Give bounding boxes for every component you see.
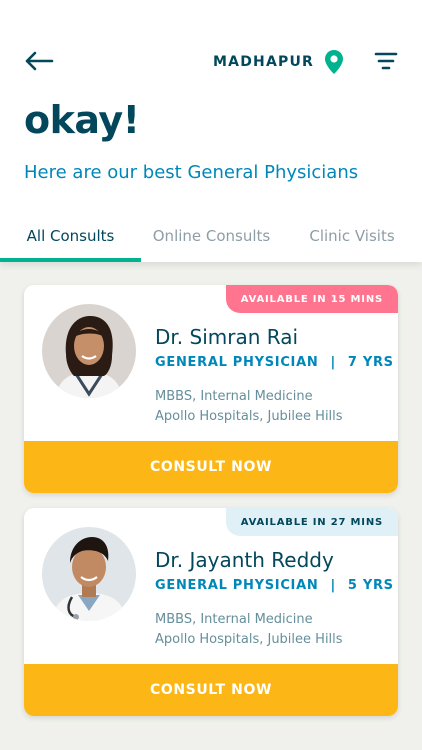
specialty-label: GENERAL PHYSICIAN — [155, 578, 319, 593]
doctor-details: MBBS, Internal Medicine Apollo Hospitals… — [155, 387, 343, 427]
experience-label: 5 YRS — [347, 578, 394, 593]
doctor-avatar — [42, 527, 136, 621]
hospital-text: Apollo Hospitals, Jubilee Hills — [155, 632, 343, 647]
consult-now-button[interactable]: CONSULT NOW — [24, 441, 398, 493]
availability-badge: AVAILABLE IN 15 MINS — [225, 285, 398, 313]
location-selector[interactable]: MADHAPUR — [213, 48, 344, 76]
experience-label: 7 YRS — [347, 355, 394, 370]
tab-clinic-visits[interactable]: Clinic Visits — [282, 210, 422, 262]
page-subtitle: Here are our best General Physicians — [24, 162, 359, 183]
separator: | — [330, 355, 336, 370]
doctor-specialty: GENERAL PHYSICIAN | 7 YRS — [155, 355, 394, 370]
page-header: MADHAPUR okay! Here are our best General… — [0, 0, 422, 210]
page-title: okay! — [24, 98, 140, 142]
back-arrow-icon — [25, 51, 54, 71]
location-label: MADHAPUR — [213, 54, 314, 70]
qualification-text: MBBS, Internal Medicine — [155, 612, 313, 627]
filter-icon — [374, 52, 398, 70]
doctor-avatar — [42, 304, 136, 398]
availability-badge: AVAILABLE IN 27 MINS — [225, 508, 398, 536]
filter-button[interactable] — [374, 50, 398, 72]
tab-all-consults[interactable]: All Consults — [0, 210, 141, 262]
doctor-list: AVAILABLE IN 15 MINS Dr. Simran Rai GENE… — [0, 262, 422, 750]
doctor-card[interactable]: AVAILABLE IN 27 MINS Dr. Jayanth Reddy G… — [24, 508, 398, 716]
back-button[interactable] — [22, 48, 56, 74]
doctor-card[interactable]: AVAILABLE IN 15 MINS Dr. Simran Rai GENE… — [24, 285, 398, 493]
specialty-label: GENERAL PHYSICIAN — [155, 355, 319, 370]
hospital-text: Apollo Hospitals, Jubilee Hills — [155, 409, 343, 424]
doctor-details: MBBS, Internal Medicine Apollo Hospitals… — [155, 610, 343, 650]
separator: | — [330, 578, 336, 593]
doctor-name: Dr. Simran Rai — [155, 325, 299, 349]
doctor-name: Dr. Jayanth Reddy — [155, 548, 334, 572]
consult-type-tabs: All Consults Online Consults Clinic Visi… — [0, 210, 422, 262]
location-pin-icon — [324, 49, 344, 75]
consult-now-button[interactable]: CONSULT NOW — [24, 664, 398, 716]
tab-online-consults[interactable]: Online Consults — [141, 210, 282, 262]
doctor-specialty: GENERAL PHYSICIAN | 5 YRS — [155, 578, 394, 593]
qualification-text: MBBS, Internal Medicine — [155, 389, 313, 404]
